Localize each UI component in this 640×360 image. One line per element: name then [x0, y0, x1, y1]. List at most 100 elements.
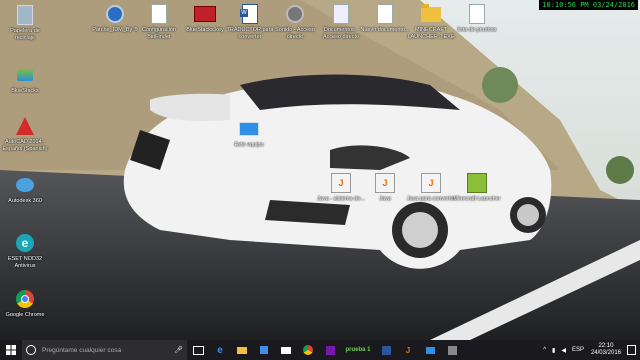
- desktop-icon-label: TRADUCTOR para converter: [226, 27, 274, 40]
- show-hidden-icons-icon[interactable]: ^: [543, 347, 546, 353]
- autodesk-360-icon: [14, 174, 36, 196]
- start-button[interactable]: [0, 340, 22, 360]
- task-view-icon: [192, 345, 204, 355]
- windows-logo-icon: [6, 345, 16, 355]
- language-indicator[interactable]: ESP: [572, 347, 584, 353]
- word-icon: [381, 345, 391, 355]
- desktop-icon-autocad[interactable]: AutoCAD 2014 - Español (Spanish): [0, 115, 50, 152]
- taskbar-prueba1[interactable]: prueba 1: [341, 340, 375, 360]
- java-icon: J: [405, 345, 411, 355]
- tray-date: 24/03/2016: [590, 350, 621, 356]
- taskbar-chrome[interactable]: [297, 340, 319, 360]
- network-icon[interactable]: ▮: [552, 347, 555, 354]
- desktop-icon-java-converter[interactable]: J Java para converter: [406, 172, 456, 203]
- taskbar-edge[interactable]: e: [209, 340, 231, 360]
- folder-icon: [237, 346, 247, 354]
- mail-icon: [281, 346, 291, 354]
- idm-patch-icon: [104, 3, 126, 25]
- overlay-clock: 10:10:56 PM 03/24/2016: [539, 0, 638, 10]
- folder-icon: [420, 3, 442, 25]
- recycle-bin-icon: [14, 4, 36, 26]
- wallpaper: [0, 0, 640, 340]
- tray-clock[interactable]: 22:10 24/03/2016: [591, 343, 621, 357]
- desktop-icon-label: Este equipo: [234, 142, 264, 148]
- java-icon: J: [420, 172, 442, 194]
- tray-time: 22:10: [598, 343, 614, 349]
- taskbar-onenote[interactable]: [319, 340, 341, 360]
- minecraft-icon: [466, 172, 488, 194]
- app-icon: [447, 345, 457, 355]
- desktop-icon-label: ESET NOD32 Antivirus: [7, 256, 43, 269]
- java-icon: J: [374, 172, 396, 194]
- eset-icon: e: [14, 232, 36, 254]
- desktop-icon-traductor[interactable]: W TRADUCTOR para converter: [225, 3, 275, 40]
- document-icon: [148, 3, 170, 25]
- document-icon: [374, 3, 396, 25]
- desktop-icon-lista-pruebas[interactable]: lista de pruebas: [452, 3, 502, 34]
- desktop-icon-eset[interactable]: e ESET NOD32 Antivirus: [0, 232, 50, 269]
- volume-icon[interactable]: ◀: [561, 347, 566, 354]
- desktop-icon-label: Documentos - Acceso directo: [322, 27, 360, 40]
- desktop-icon-label: Minecraft Launcher: [453, 196, 501, 202]
- task-view-button[interactable]: [187, 340, 209, 360]
- photos-icon: [425, 346, 435, 354]
- sound-shortcut-icon: [284, 3, 306, 25]
- desktop-icon-documentos[interactable]: Documentos - Acceso directo: [316, 3, 366, 40]
- desktop-icon-label: BlueStacks.key: [186, 27, 224, 33]
- search-placeholder: Pregúntame cualquier cosa: [42, 346, 122, 354]
- desktop-icon-biofinder-config[interactable]: Configuración BioFinder: [134, 3, 184, 40]
- taskbar-mail[interactable]: [275, 340, 297, 360]
- desktop-icon-label: Java: [379, 196, 391, 202]
- cortana-icon: [26, 345, 36, 355]
- edge-icon: e: [217, 344, 223, 356]
- documents-shortcut-icon: [330, 3, 352, 25]
- desktop-icon-sonido[interactable]: Sonido - Acceso directo: [270, 3, 320, 40]
- desktop-icon-label: Java - sistema de...: [317, 196, 365, 202]
- desktop-icon-java-sistema[interactable]: J Java - sistema de...: [316, 172, 366, 203]
- taskbar-word[interactable]: [375, 340, 397, 360]
- java-icon: J: [330, 172, 352, 194]
- cortana-search-box[interactable]: Pregúntame cualquier cosa 🎤︎: [22, 340, 187, 360]
- desktop-icon-bluestacks[interactable]: BlueStacks: [0, 64, 50, 95]
- desktop-icon-autodesk-360[interactable]: Autodesk 360: [0, 174, 50, 205]
- store-icon: [260, 346, 268, 354]
- system-tray: ^ ▮ ◀ ESP 22:10 24/03/2016: [540, 340, 640, 360]
- taskbar-java[interactable]: J: [397, 340, 419, 360]
- desktop-icon-label: Nuevo documento...: [360, 27, 410, 33]
- desktop-icon-label: Sonido - Acceso directo: [275, 27, 315, 40]
- desktop-icon-label: lista de pruebas: [457, 27, 497, 33]
- desktop-icon-java[interactable]: J Java: [360, 172, 410, 203]
- chrome-icon: [303, 345, 313, 355]
- autocad-icon: [14, 115, 36, 137]
- taskbar-app[interactable]: [441, 340, 463, 360]
- desktop-icon-label: Autodesk 360: [8, 198, 42, 204]
- chrome-icon: [14, 288, 36, 310]
- bluestacks-icon: [14, 64, 36, 86]
- desktop-icon-recycle-bin[interactable]: Papelera de reciclaje: [0, 4, 50, 41]
- pinned-label: prueba 1: [345, 347, 371, 353]
- monitor-icon: [238, 118, 260, 140]
- taskbar: Pregúntame cualquier cosa 🎤︎ e prueba 1 …: [0, 340, 640, 360]
- desktop-icon-idm-patch[interactable]: Parche_IDM_By ®: [90, 3, 140, 34]
- desktop-icon-nuevo-documento[interactable]: Nuevo documento...: [360, 3, 410, 34]
- desktop-icon-label: MINECRAFT LAUNCHER J.EXE: [407, 27, 455, 40]
- action-center-icon[interactable]: [627, 345, 636, 355]
- taskbar-explorer[interactable]: [231, 340, 253, 360]
- key-icon: [194, 3, 216, 25]
- desktop-icon-bluestacks-key[interactable]: BlueStacks.key: [180, 3, 230, 34]
- taskbar-photos[interactable]: [419, 340, 441, 360]
- desktop-icon-label: BlueStacks: [11, 88, 39, 94]
- desktop-icon-label: Java para converter: [406, 196, 456, 202]
- word-doc-icon: W: [239, 3, 261, 25]
- desktop-icon-label: Parche_IDM_By ®: [92, 27, 138, 33]
- taskbar-store[interactable]: [253, 340, 275, 360]
- desktop-icon-label: Google Chrome: [5, 312, 45, 318]
- desktop-icon-label: Papelera de reciclaje: [10, 28, 40, 41]
- microphone-icon[interactable]: 🎤︎: [174, 346, 183, 354]
- desktop-icon-minecraft-folder[interactable]: MINECRAFT LAUNCHER J.EXE: [406, 3, 456, 40]
- desktop-icon-label: Configuración BioFinder: [142, 27, 176, 40]
- desktop-icon-chrome[interactable]: Google Chrome: [0, 288, 50, 319]
- desktop-icon-minecraft-launcher[interactable]: Minecraft Launcher: [452, 172, 502, 203]
- desktop-icon-este-equipo[interactable]: Este equipo: [224, 118, 274, 149]
- desktop[interactable]: Papelera de reciclaje BlueStacks AutoCAD…: [0, 0, 640, 340]
